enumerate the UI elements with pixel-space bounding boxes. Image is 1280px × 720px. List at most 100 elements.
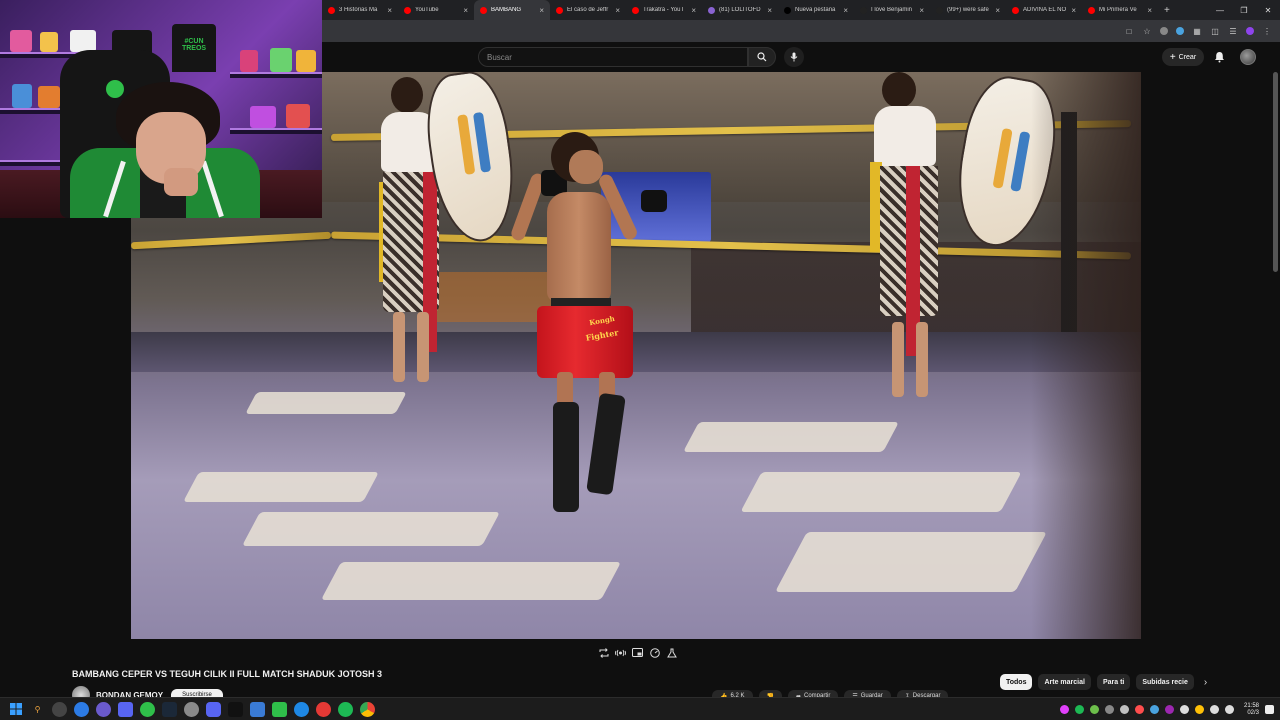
- grid-app-icon[interactable]: [118, 701, 133, 717]
- browser-tab[interactable]: (99+) were safe ×: [930, 0, 1006, 20]
- tiktok-icon[interactable]: [228, 701, 243, 717]
- close-tab-icon[interactable]: ×: [919, 6, 924, 15]
- close-tab-icon[interactable]: ×: [1147, 6, 1152, 15]
- search-icon[interactable]: ⚲: [30, 702, 45, 717]
- tray-icon[interactable]: [1074, 705, 1084, 714]
- chip-subidas-recientes[interactable]: Subidas recie: [1136, 674, 1194, 690]
- loop-icon[interactable]: [598, 647, 609, 658]
- windows-start-icon[interactable]: [8, 702, 23, 717]
- steam-icon[interactable]: [162, 701, 177, 717]
- shelf: [230, 128, 322, 134]
- close-tab-icon[interactable]: ×: [539, 6, 544, 15]
- search-icon: [757, 52, 767, 62]
- tray-icon[interactable]: [1089, 705, 1099, 714]
- close-tab-icon[interactable]: ×: [843, 6, 848, 15]
- bookmark-star-icon[interactable]: ☆: [1142, 26, 1152, 36]
- voice-search-button[interactable]: [784, 47, 804, 67]
- tab-title: El caso de Jeffr: [567, 7, 609, 13]
- browser-tab[interactable]: I love Benjamin ×: [854, 0, 930, 20]
- video-title: BAMBANG CEPER VS TEGUH CILIK II FULL MAT…: [72, 669, 383, 679]
- tab-title: Mi Primera Ve: [1099, 7, 1137, 13]
- page-scrollbar[interactable]: [1273, 72, 1278, 272]
- app-icon[interactable]: [52, 701, 67, 717]
- hanging-tshirt: #CUN TREOS: [172, 24, 216, 72]
- close-tab-icon[interactable]: ×: [463, 6, 468, 15]
- youtube-header: Buscar + Crear: [322, 42, 1280, 72]
- tab-favicon-icon: [708, 6, 715, 14]
- clock[interactable]: 21:58 02/3: [1244, 703, 1259, 717]
- experiment-icon[interactable]: [666, 647, 677, 658]
- app-icon[interactable]: [316, 701, 331, 717]
- tray-icon[interactable]: [1194, 705, 1204, 714]
- browser-tab[interactable]: (81) LOLITOFD ×: [702, 0, 778, 20]
- restore-icon[interactable]: ❐: [1232, 6, 1256, 15]
- network-icon[interactable]: [1209, 705, 1219, 714]
- browser-toolbar: □ ☆ ▦ ◫ ☰ ⋮: [322, 20, 1280, 42]
- browser-tab[interactable]: YouTube ×: [398, 0, 474, 20]
- minimize-icon[interactable]: —: [1208, 6, 1232, 15]
- browser-tab[interactable]: El caso de Jeffr ×: [550, 0, 626, 20]
- chevron-right-icon[interactable]: ›: [1204, 677, 1207, 688]
- close-tab-icon[interactable]: ×: [995, 6, 1000, 15]
- browser-tab[interactable]: BAMBANG ×: [474, 0, 550, 20]
- app-icon[interactable]: [250, 701, 265, 717]
- tray-icon[interactable]: [1104, 705, 1114, 714]
- speed-icon[interactable]: [649, 647, 660, 658]
- browser-menu-icon[interactable]: ⋮: [1262, 26, 1272, 36]
- profile-avatar-icon[interactable]: [1246, 27, 1254, 35]
- tray-icon[interactable]: [1059, 705, 1069, 714]
- create-button[interactable]: + Crear: [1162, 48, 1204, 66]
- browser-tab[interactable]: 3 Historias Ma ×: [322, 0, 398, 20]
- browser-tab[interactable]: Trakatrá - YouT ×: [626, 0, 702, 20]
- tab-title: Trakatrá - YouT: [643, 7, 685, 13]
- audio-track-icon[interactable]: [615, 647, 626, 658]
- install-app-icon[interactable]: □: [1124, 26, 1134, 36]
- close-tab-icon[interactable]: ×: [767, 6, 772, 15]
- discord-icon[interactable]: [206, 701, 221, 717]
- chip-arte-marcial[interactable]: Arte marcial: [1038, 674, 1091, 690]
- spotify-icon[interactable]: [338, 701, 353, 717]
- app-icon[interactable]: [294, 701, 309, 717]
- mat-logo: [183, 472, 379, 502]
- tray-icon[interactable]: [1134, 705, 1144, 714]
- extensions-puzzle-icon[interactable]: ▦: [1192, 26, 1202, 36]
- browser-tab[interactable]: ADIVINA EL NO ×: [1006, 0, 1082, 20]
- close-tab-icon[interactable]: ×: [387, 6, 392, 15]
- fighter-shorts: Kongh Fighter: [537, 306, 633, 378]
- search-input[interactable]: Buscar: [478, 47, 748, 67]
- notification-center-icon[interactable]: [1265, 705, 1274, 714]
- app-icon[interactable]: [184, 701, 199, 717]
- app-icon[interactable]: [140, 701, 155, 717]
- account-avatar[interactable]: [1240, 49, 1256, 65]
- app-icon[interactable]: [74, 701, 89, 717]
- search-placeholder: Buscar: [487, 52, 512, 62]
- tray-icon[interactable]: [1119, 705, 1129, 714]
- close-tab-icon[interactable]: ×: [1071, 6, 1076, 15]
- volume-icon[interactable]: [1224, 705, 1234, 714]
- extension-icon[interactable]: [1160, 27, 1168, 35]
- reading-list-icon[interactable]: ☰: [1228, 26, 1238, 36]
- chip-para-ti[interactable]: Para ti: [1096, 674, 1131, 690]
- close-window-icon[interactable]: ✕: [1256, 6, 1280, 15]
- sidebar-icon[interactable]: ◫: [1210, 26, 1220, 36]
- chip-todos[interactable]: Todos: [1000, 674, 1033, 690]
- app-icon[interactable]: [272, 701, 287, 717]
- browser-tab[interactable]: Mi Primera Ve ×: [1082, 0, 1158, 20]
- new-tab-button[interactable]: +: [1164, 5, 1170, 16]
- screen: 3 Historias Ma × YouTube × BAMBANG × El caso d…: [0, 0, 1280, 720]
- miniplayer-icon[interactable]: [632, 647, 643, 658]
- chrome-icon[interactable]: [360, 701, 375, 717]
- browser-tab[interactable]: Nueva pestaña ×: [778, 0, 854, 20]
- search-button[interactable]: [748, 47, 776, 67]
- vpn-icon[interactable]: [96, 701, 111, 717]
- close-tab-icon[interactable]: ×: [615, 6, 620, 15]
- tray-icon[interactable]: [1179, 705, 1189, 714]
- tray-icon[interactable]: [1149, 705, 1159, 714]
- notifications-button[interactable]: [1212, 50, 1226, 64]
- extension-icon[interactable]: [1176, 27, 1184, 35]
- figurine: [12, 84, 32, 108]
- tray-icon[interactable]: [1164, 705, 1174, 714]
- boxing-glove-right: [641, 190, 667, 212]
- recommendation-chips: Todos Arte marcial Para ti Subidas recie…: [1000, 674, 1207, 690]
- close-tab-icon[interactable]: ×: [691, 6, 696, 15]
